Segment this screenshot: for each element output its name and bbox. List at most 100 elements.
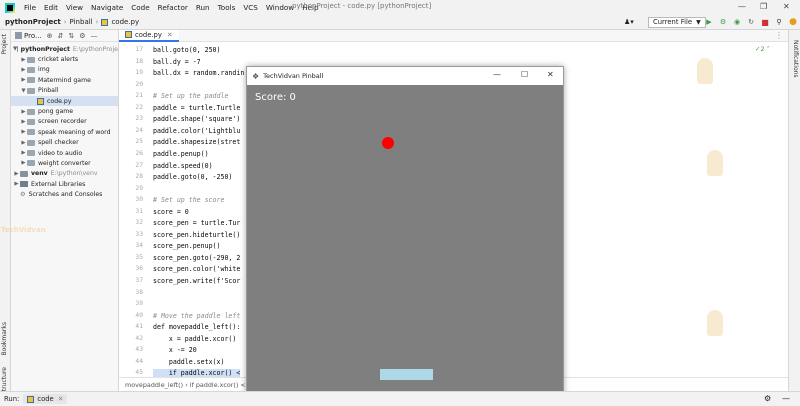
- chevron-right-icon: ▶: [21, 66, 26, 73]
- tree-item[interactable]: ▶ speak meaning of word: [11, 127, 118, 137]
- code-line[interactable]: # Move the paddle left: [153, 312, 240, 320]
- close-icon[interactable]: ✕: [547, 70, 554, 79]
- code-line[interactable]: ball.goto(0, 250): [153, 46, 221, 54]
- minimize-icon[interactable]: —: [493, 70, 501, 79]
- code-line[interactable]: # Set up the score: [153, 196, 224, 204]
- code-line[interactable]: def movepaddle_left():: [153, 323, 240, 331]
- line-number: 41: [135, 323, 143, 331]
- tree-item-selected[interactable]: code.py: [11, 95, 118, 107]
- close-icon[interactable]: ✕: [783, 2, 790, 11]
- tree-item-label: External Libraries: [31, 180, 86, 188]
- gear-icon[interactable]: ⚙: [764, 394, 771, 403]
- game-window-titlebar[interactable]: ❖ TechVidvan Pinball — ☐ ✕: [247, 67, 563, 85]
- close-tab-icon[interactable]: ✕: [167, 31, 173, 39]
- code-line[interactable]: paddle.shapesize(stret: [153, 138, 240, 146]
- line-number: 37: [135, 277, 143, 284]
- code-line[interactable]: paddle.shape('square'): [153, 115, 240, 123]
- nav-folder[interactable]: Pinball: [70, 18, 93, 26]
- close-tab-icon[interactable]: ✕: [58, 395, 64, 403]
- menu-refactor[interactable]: Refactor: [154, 3, 192, 12]
- tool-tab-project[interactable]: Project: [1, 34, 10, 55]
- hide-panel-icon[interactable]: —: [91, 32, 98, 40]
- restore-icon[interactable]: ❐: [760, 2, 767, 11]
- code-line[interactable]: paddle = turtle.Turtle: [153, 104, 240, 112]
- hide-panel-icon[interactable]: —: [782, 394, 790, 403]
- line-number: 34: [135, 242, 143, 250]
- tree-item[interactable]: ▶ weight converter: [11, 158, 118, 168]
- tree-item[interactable]: ▶ img: [11, 65, 118, 75]
- tree-item[interactable]: ▼ Pinball: [11, 86, 118, 96]
- expand-all-icon[interactable]: ⇅: [68, 32, 74, 40]
- code-line[interactable]: x -= 20: [153, 346, 197, 354]
- menu-navigate[interactable]: Navigate: [87, 3, 127, 12]
- tree-item[interactable]: ▶ spell checker: [11, 138, 118, 148]
- tree-item-path: E:\python\venv: [50, 170, 98, 178]
- nav-file[interactable]: code.py: [111, 18, 139, 26]
- tree-item-external-libraries[interactable]: ▶ External Libraries: [11, 179, 118, 189]
- stop-icon[interactable]: ■: [760, 17, 770, 27]
- code-line[interactable]: paddle.penup(): [153, 150, 209, 158]
- menu-vcs[interactable]: VCS: [239, 3, 262, 12]
- tree-item[interactable]: ▶ video to audio: [11, 148, 118, 158]
- code-line[interactable]: x = paddle.xcor(): [153, 335, 237, 343]
- code-line[interactable]: paddle.goto(0, -250): [153, 173, 232, 181]
- tree-root[interactable]: ▼ pythonProject E:\pythonProje: [11, 44, 118, 54]
- code-line[interactable]: score_pen.write(f'Scor: [153, 277, 240, 285]
- vcs-user-icon[interactable]: ♟▾: [624, 16, 634, 28]
- folder-icon: [27, 139, 35, 146]
- tree-item-label: venv: [31, 170, 48, 178]
- tree-item-venv[interactable]: ▶ venv E:\python\venv: [11, 169, 118, 179]
- collapse-all-icon[interactable]: ⇵: [58, 32, 64, 40]
- search-icon[interactable]: ⚲: [774, 17, 784, 27]
- project-panel-title[interactable]: Pro...: [24, 32, 42, 40]
- minimize-icon[interactable]: —: [738, 2, 746, 11]
- tree-root-label: pythonProject: [20, 45, 70, 53]
- tree-item-label: pong game: [38, 108, 74, 116]
- profile-icon[interactable]: ↻: [746, 17, 756, 27]
- code-line[interactable]: score = 0: [153, 208, 189, 216]
- editor-tab-code[interactable]: code.py ✕: [119, 29, 179, 42]
- navigation-bar: pythonProject › Pinball › code.py ♟▾ Cur…: [0, 15, 800, 30]
- run-config-select[interactable]: Current File ▼: [648, 16, 706, 28]
- pinball-ball: [382, 137, 394, 149]
- tree-item[interactable]: ▶ pong game: [11, 106, 118, 116]
- update-icon[interactable]: ●: [788, 17, 798, 27]
- gear-icon[interactable]: ⚙: [79, 32, 85, 40]
- right-tool-strip: Notifications: [788, 30, 800, 391]
- code-line[interactable]: paddle.setx(x): [153, 358, 225, 366]
- tree-item[interactable]: ▶ Matermind game: [11, 75, 118, 85]
- menu-run[interactable]: Run: [192, 3, 214, 12]
- menu-code[interactable]: Code: [127, 3, 153, 12]
- coverage-icon[interactable]: ◉: [732, 17, 742, 27]
- tree-item[interactable]: ▶ cricket alerts: [11, 54, 118, 64]
- code-line[interactable]: # Set up the paddle: [153, 92, 228, 100]
- nav-project[interactable]: pythonProject: [5, 18, 61, 26]
- line-number: 45: [135, 369, 143, 377]
- inspection-warnings[interactable]: ✓2 ˄: [755, 45, 770, 53]
- menu-file[interactable]: File: [20, 3, 40, 12]
- code-line[interactable]: score_pen.color('white: [153, 265, 240, 273]
- code-line[interactable]: paddle.speed(0): [153, 162, 213, 170]
- run-tab-code[interactable]: code ✕: [23, 394, 68, 404]
- tree-item[interactable]: ▶ screen recorder: [11, 117, 118, 127]
- code-line[interactable]: ball.dy = -7: [153, 58, 201, 66]
- tree-item-label: Pinball: [38, 87, 59, 95]
- more-icon[interactable]: ⋮: [775, 31, 783, 40]
- debug-icon[interactable]: ⚙: [718, 17, 728, 27]
- tool-tab-bookmarks[interactable]: Bookmarks: [1, 322, 10, 356]
- code-line[interactable]: paddle.color('Lightblu: [153, 127, 240, 135]
- code-line[interactable]: score_pen.hideturtle(): [153, 231, 240, 239]
- watermark-logo: [685, 50, 725, 96]
- run-icon[interactable]: ▶: [704, 17, 714, 27]
- code-line[interactable]: score_pen.penup(): [153, 242, 221, 250]
- code-line[interactable]: ball.dx = random.randin: [153, 69, 244, 77]
- locate-icon[interactable]: ⊕: [47, 32, 53, 40]
- tool-tab-notifications[interactable]: Notifications: [790, 40, 799, 78]
- code-line[interactable]: score_pen.goto(-290, 2: [153, 254, 240, 262]
- menu-view[interactable]: View: [62, 3, 87, 12]
- code-line[interactable]: score_pen = turtle.Tur: [153, 219, 240, 227]
- maximize-icon[interactable]: ☐: [521, 70, 528, 79]
- menu-edit[interactable]: Edit: [40, 3, 62, 12]
- menu-tools[interactable]: Tools: [214, 3, 240, 12]
- pinball-game-window[interactable]: ❖ TechVidvan Pinball — ☐ ✕ Score: 0: [246, 66, 564, 398]
